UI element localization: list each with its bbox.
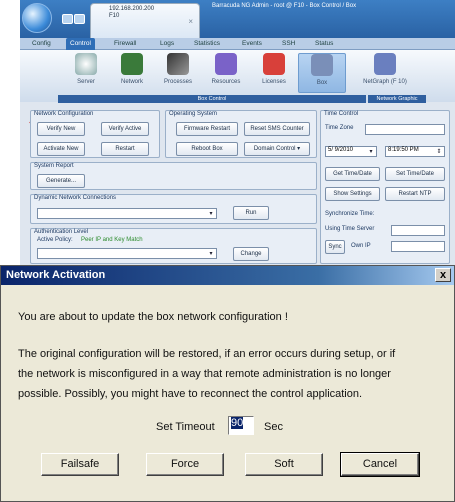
menu-firewall[interactable]: Firewall bbox=[114, 38, 136, 50]
failsafe-button[interactable]: Failsafe bbox=[41, 453, 119, 476]
timeout-input[interactable]: 90 bbox=[228, 416, 254, 435]
timeout-value: 90 bbox=[231, 417, 244, 429]
spinner-arrows-icon[interactable]: ⇕ bbox=[435, 148, 443, 156]
ribbon-footer-network-graphic: Network Graphic bbox=[368, 95, 426, 103]
using-time-server-label: Using Time Server bbox=[325, 226, 375, 232]
dropdown-arrow-icon: ▾ bbox=[209, 251, 213, 257]
menu-statistics[interactable]: Statistics bbox=[194, 38, 220, 50]
activate-new-button[interactable]: Activate New bbox=[37, 142, 85, 156]
dropdown-arrow-icon: ▾ bbox=[209, 211, 213, 217]
own-ip-label: Own IP bbox=[351, 243, 371, 249]
get-time-date-button[interactable]: Get Time/Date bbox=[325, 167, 380, 181]
menu-status[interactable]: Status bbox=[315, 38, 333, 50]
ribbon-box[interactable]: Box bbox=[298, 53, 346, 93]
network-configuration-group: Network Configuration Verify New Verify … bbox=[30, 110, 160, 158]
set-time-date-button[interactable]: Set Time/Date bbox=[385, 167, 445, 181]
ribbon-resources[interactable]: Resources bbox=[202, 53, 250, 93]
firmware-restart-button[interactable]: Firmware Restart bbox=[176, 122, 238, 136]
time-control-group: Time Control Time Zone 5/ 9/2010 ▾ 8:19:5… bbox=[320, 110, 450, 264]
dynamic-network-group: Dynamic Network Connections ▾ Run bbox=[30, 194, 317, 224]
menu-ssh[interactable]: SSH bbox=[282, 38, 295, 50]
own-ip-field[interactable] bbox=[391, 241, 445, 252]
reboot-box-button[interactable]: Reboot Box bbox=[176, 142, 238, 156]
menu-bar: Config Control Firewall Logs Statistics … bbox=[20, 38, 455, 50]
dialog-message-line-1: You are about to update the box network … bbox=[18, 311, 288, 323]
timeout-unit-label: Sec bbox=[264, 421, 283, 433]
dialog-message-line-2: The original configuration will be resto… bbox=[18, 348, 396, 360]
time-server-field[interactable] bbox=[391, 225, 445, 236]
time-zone-field[interactable] bbox=[365, 124, 445, 135]
processes-icon bbox=[167, 53, 189, 75]
netgraph-icon bbox=[374, 53, 396, 75]
active-policy-value: Peer IP and Key Match bbox=[81, 237, 143, 243]
cancel-button[interactable]: Cancel bbox=[340, 452, 420, 477]
policy-select[interactable]: ▾ bbox=[37, 248, 217, 259]
dialog-message-line-4: possible. Possibly, you might have to re… bbox=[18, 388, 363, 400]
change-button[interactable]: Change bbox=[233, 247, 269, 261]
resources-icon bbox=[215, 53, 237, 75]
ribbon-network[interactable]: Network bbox=[108, 53, 156, 93]
menu-control[interactable]: Control bbox=[66, 38, 95, 50]
sync-button[interactable]: Sync bbox=[325, 240, 345, 254]
soft-button[interactable]: Soft bbox=[245, 453, 323, 476]
ribbon-licenses[interactable]: Licenses bbox=[250, 53, 298, 93]
dropdown-arrow-icon: ▾ bbox=[369, 149, 373, 155]
menu-config[interactable]: Config bbox=[32, 38, 51, 50]
ribbon-netgraph[interactable]: NetGraph (F 10) bbox=[350, 53, 420, 93]
show-settings-button[interactable]: Show Settings bbox=[325, 187, 380, 201]
tab-ip: 192.168.200.200 bbox=[109, 6, 155, 12]
run-button[interactable]: Run bbox=[233, 206, 269, 220]
app-orb-icon[interactable] bbox=[22, 3, 52, 33]
connection-tab[interactable]: 192.168.200.200 F10 × bbox=[90, 3, 200, 38]
menu-logs[interactable]: Logs bbox=[160, 38, 174, 50]
force-button[interactable]: Force bbox=[146, 453, 224, 476]
forward-icon[interactable] bbox=[74, 14, 85, 24]
set-timeout-label: Set Timeout bbox=[156, 421, 215, 433]
ribbon-processes[interactable]: Processes bbox=[154, 53, 202, 93]
authentication-group: Authentication Level Active Policy: Peer… bbox=[30, 228, 317, 264]
ribbon-server[interactable]: Server bbox=[62, 53, 110, 93]
restart-button[interactable]: Restart bbox=[101, 142, 149, 156]
dialog-title-bar: Network Activation x bbox=[1, 266, 454, 285]
verify-new-button[interactable]: Verify New bbox=[37, 122, 85, 136]
window-title: Barracuda NG Admin - root @ F10 - Box Co… bbox=[212, 3, 357, 9]
menu-events[interactable]: Events bbox=[242, 38, 262, 50]
restart-ntp-button[interactable]: Restart NTP bbox=[385, 187, 445, 201]
verify-active-button[interactable]: Verify Active bbox=[101, 122, 149, 136]
back-icon[interactable] bbox=[62, 14, 73, 24]
ribbon-footer-box-control: Box Control bbox=[58, 95, 366, 103]
dialog-message-line-3: the network is misconfigured in a way th… bbox=[18, 368, 391, 380]
active-policy-label: Active Policy: bbox=[37, 237, 73, 243]
reset-sms-counter-button[interactable]: Reset SMS Counter bbox=[244, 122, 310, 136]
dialog-title: Network Activation bbox=[6, 269, 106, 281]
synchronize-time-label: Synchronize Time: bbox=[325, 211, 375, 217]
time-zone-label: Time Zone bbox=[325, 125, 354, 131]
network-card-icon bbox=[121, 53, 143, 75]
dropdown-arrow-icon: ▾ bbox=[297, 146, 301, 152]
dynamic-network-select[interactable]: ▾ bbox=[37, 208, 217, 219]
licenses-icon bbox=[263, 53, 285, 75]
box-icon bbox=[311, 54, 333, 76]
close-icon[interactable]: x bbox=[435, 268, 451, 282]
title-bar: 192.168.200.200 F10 × Barracuda NG Admin… bbox=[20, 0, 455, 38]
date-picker[interactable]: 5/ 9/2010 ▾ bbox=[325, 146, 377, 157]
operating-system-group: Operating System Firmware Restart Reset … bbox=[165, 110, 317, 158]
gear-icon bbox=[75, 53, 97, 75]
domain-control-button[interactable]: Domain Control ▾ bbox=[244, 142, 310, 156]
system-report-group: System Report Generate... bbox=[30, 162, 317, 190]
tab-close-icon[interactable]: × bbox=[188, 17, 193, 26]
generate-button[interactable]: Generate... bbox=[37, 174, 85, 188]
time-spinner[interactable]: 8:19:50 PM ⇕ bbox=[385, 146, 445, 157]
tab-firewall: F10 bbox=[109, 13, 120, 19]
network-activation-dialog: Network Activation x You are about to up… bbox=[0, 265, 455, 502]
